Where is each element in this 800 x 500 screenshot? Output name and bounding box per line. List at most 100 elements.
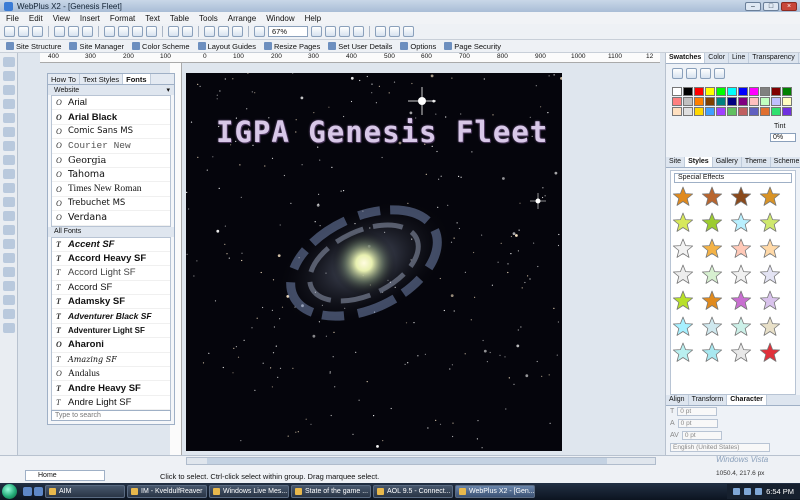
clock[interactable]: 6:54 PM xyxy=(766,487,794,496)
close-button[interactable]: × xyxy=(781,1,797,11)
style-preset-star-icon[interactable] xyxy=(730,290,752,312)
save-icon[interactable] xyxy=(32,26,43,37)
zoom-in-icon[interactable] xyxy=(311,26,322,37)
cut-icon[interactable] xyxy=(104,26,115,37)
menu-table[interactable]: Table xyxy=(170,14,189,23)
rotate-tool-icon[interactable] xyxy=(2,71,15,81)
task-windows-live[interactable]: Windows Live Mes... xyxy=(209,485,289,498)
menu-edit[interactable]: Edit xyxy=(29,14,43,23)
page-select[interactable]: Home xyxy=(25,470,105,481)
picture-tool-icon[interactable] xyxy=(2,169,15,179)
site-structure-button[interactable]: Site Structure xyxy=(6,42,61,51)
color-swatch[interactable] xyxy=(672,87,682,96)
font-item-accord-heavy-sf[interactable]: T Accord Heavy SF xyxy=(52,252,170,267)
menu-text[interactable]: Text xyxy=(145,14,160,23)
tab-color[interactable]: Color xyxy=(705,53,730,63)
font-item-trebuchet[interactable]: O Trebuchet MS xyxy=(52,197,170,212)
font-item-arial-black[interactable]: O Arial Black xyxy=(52,110,170,125)
font-item-adamsky-sf[interactable]: T Adamsky SF xyxy=(52,295,170,310)
rotate-icon[interactable] xyxy=(232,26,243,37)
style-preset-star-icon[interactable] xyxy=(672,186,694,208)
style-preset-star-icon[interactable] xyxy=(730,238,752,260)
font-item-aharoni[interactable]: O Aharoni xyxy=(52,338,170,353)
color-swatch[interactable] xyxy=(694,87,704,96)
html-tool-icon[interactable] xyxy=(2,253,15,263)
tab-gallery[interactable]: Gallery xyxy=(713,157,742,167)
undo-icon[interactable] xyxy=(168,26,179,37)
color-swatch[interactable] xyxy=(760,97,770,106)
style-preset-star-icon[interactable] xyxy=(759,238,781,260)
flash-tool-icon[interactable] xyxy=(2,323,15,333)
font-item-arial[interactable]: O Arial xyxy=(52,96,170,111)
menu-insert[interactable]: Insert xyxy=(80,14,100,23)
publish-icon[interactable] xyxy=(82,26,93,37)
color-swatch[interactable] xyxy=(672,107,682,116)
rss-tool-icon[interactable] xyxy=(2,295,15,305)
format-painter-icon[interactable] xyxy=(146,26,157,37)
layers-icon[interactable] xyxy=(403,26,414,37)
line-color-icon[interactable] xyxy=(686,68,697,79)
network-icon[interactable] xyxy=(733,488,741,495)
horizontal-scrollbar[interactable] xyxy=(186,457,656,465)
style-preset-star-icon[interactable] xyxy=(759,186,781,208)
page-security-button[interactable]: Page Security xyxy=(444,42,501,51)
line-tool-icon[interactable] xyxy=(2,99,15,109)
font-item-accord-sf[interactable]: T Accord SF xyxy=(52,281,170,296)
color-swatch[interactable] xyxy=(694,97,704,106)
layout-guides-button[interactable]: Layout Guides xyxy=(197,42,256,51)
send-back-icon[interactable] xyxy=(218,26,229,37)
open-icon[interactable] xyxy=(18,26,29,37)
style-preset-star-icon[interactable] xyxy=(701,290,723,312)
font-item-comic-sans[interactable]: O Comic Sans MS xyxy=(52,125,170,140)
navbar-tool-icon[interactable] xyxy=(2,211,15,221)
zoom-level-input[interactable]: 67% xyxy=(268,26,308,37)
color-swatch[interactable] xyxy=(771,87,781,96)
style-preset-star-icon[interactable] xyxy=(730,186,752,208)
tracking-input[interactable]: 0 pt xyxy=(677,407,718,416)
task-aim[interactable]: AIM xyxy=(45,485,125,498)
task-aol[interactable]: AOL 9.5 - Connect... xyxy=(373,485,453,498)
table-tool-icon[interactable] xyxy=(2,155,15,165)
volume-icon[interactable] xyxy=(744,488,752,495)
style-preset-star-icon[interactable] xyxy=(672,212,694,234)
style-preset-star-icon[interactable] xyxy=(701,212,723,234)
font-item-accent-sf[interactable]: T Accent SF xyxy=(52,238,170,252)
tab-site[interactable]: Site xyxy=(666,157,686,167)
pointer-tool-icon[interactable] xyxy=(2,57,15,67)
text-frame-tool-icon[interactable] xyxy=(2,127,15,137)
set-user-details-button[interactable]: Set User Details xyxy=(328,42,392,51)
tab-line[interactable]: Line xyxy=(729,53,750,63)
color-swatch[interactable] xyxy=(683,97,693,106)
style-preset-star-icon[interactable] xyxy=(672,238,694,260)
text-color-icon[interactable] xyxy=(700,68,711,79)
fill-icon[interactable] xyxy=(672,68,683,79)
color-swatch[interactable] xyxy=(716,107,726,116)
tab-fonts[interactable]: Fonts xyxy=(123,74,151,84)
page-canvas[interactable]: IGPA Genesis Fleet xyxy=(186,73,562,451)
redo-icon[interactable] xyxy=(182,26,193,37)
task-webplus[interactable]: WebPlus X2 - [Gen... xyxy=(455,485,535,498)
tab-scheme[interactable]: Scheme xyxy=(771,157,800,167)
menu-view[interactable]: View xyxy=(53,14,70,23)
menu-tools[interactable]: Tools xyxy=(199,14,218,23)
style-preset-star-icon[interactable] xyxy=(759,212,781,234)
insert-table-icon[interactable] xyxy=(389,26,400,37)
resize-pages-button[interactable]: Resize Pages xyxy=(263,42,320,51)
tab-theme[interactable]: Theme xyxy=(742,157,771,167)
tab-transform[interactable]: Transform xyxy=(689,395,728,405)
color-swatch[interactable] xyxy=(782,97,792,106)
font-item-verdana[interactable]: O Verdana xyxy=(52,211,170,226)
color-swatch[interactable] xyxy=(749,107,759,116)
start-orb-icon[interactable] xyxy=(2,484,17,499)
style-preset-star-icon[interactable] xyxy=(701,186,723,208)
style-preset-star-icon[interactable] xyxy=(759,316,781,338)
gallery-tool-icon[interactable] xyxy=(2,309,15,319)
font-item-andre-light-sf[interactable]: T Andre Light SF xyxy=(52,396,170,411)
style-preset-star-icon[interactable] xyxy=(759,264,781,286)
color-swatch[interactable] xyxy=(782,87,792,96)
style-preset-star-icon[interactable] xyxy=(672,264,694,286)
style-preset-star-icon[interactable] xyxy=(701,342,723,364)
style-preset-star-icon[interactable] xyxy=(730,264,752,286)
style-preset-star-icon[interactable] xyxy=(701,238,723,260)
color-swatch[interactable] xyxy=(749,87,759,96)
